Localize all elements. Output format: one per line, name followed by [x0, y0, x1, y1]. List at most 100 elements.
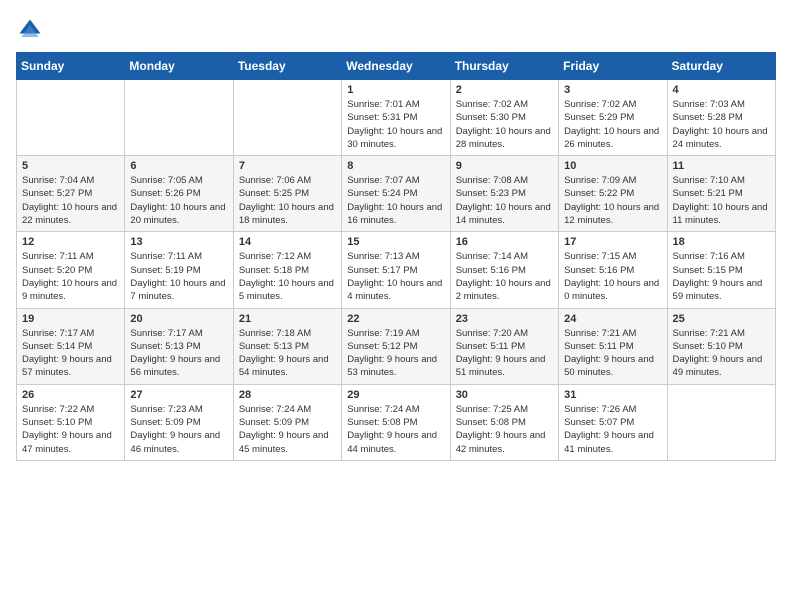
day-info: Sunrise: 7:12 AM Sunset: 5:18 PM Dayligh… [239, 250, 336, 303]
day-number: 3 [564, 84, 661, 96]
day-cell [17, 80, 125, 156]
day-number: 4 [673, 84, 770, 96]
logo [16, 16, 48, 44]
day-cell: 11 Sunrise: 7:10 AM Sunset: 5:21 PM Dayli… [667, 156, 775, 232]
day-number: 5 [22, 160, 119, 172]
day-number: 31 [564, 389, 661, 401]
day-number: 29 [347, 389, 444, 401]
day-number: 23 [456, 313, 553, 325]
day-info: Sunrise: 7:09 AM Sunset: 5:22 PM Dayligh… [564, 174, 661, 227]
day-cell: 3 Sunrise: 7:02 AM Sunset: 5:29 PM Daylig… [559, 80, 667, 156]
day-cell: 30 Sunrise: 7:25 AM Sunset: 5:08 PM Dayli… [450, 384, 558, 460]
day-info: Sunrise: 7:03 AM Sunset: 5:28 PM Dayligh… [673, 98, 770, 151]
day-info: Sunrise: 7:24 AM Sunset: 5:09 PM Dayligh… [239, 403, 336, 456]
day-number: 7 [239, 160, 336, 172]
day-info: Sunrise: 7:17 AM Sunset: 5:14 PM Dayligh… [22, 327, 119, 380]
day-info: Sunrise: 7:15 AM Sunset: 5:16 PM Dayligh… [564, 250, 661, 303]
day-cell: 6 Sunrise: 7:05 AM Sunset: 5:26 PM Daylig… [125, 156, 233, 232]
page: SundayMondayTuesdayWednesdayThursdayFrid… [0, 0, 792, 471]
day-info: Sunrise: 7:18 AM Sunset: 5:13 PM Dayligh… [239, 327, 336, 380]
day-cell: 13Sunrise: 7:11 AM Sunset: 5:19 PM Dayli… [125, 232, 233, 308]
day-cell: 17 Sunrise: 7:15 AM Sunset: 5:16 PM Dayli… [559, 232, 667, 308]
day-info: Sunrise: 7:07 AM Sunset: 5:24 PM Dayligh… [347, 174, 444, 227]
day-number: 28 [239, 389, 336, 401]
calendar-table: SundayMondayTuesdayWednesdayThursdayFrid… [16, 52, 776, 461]
day-cell: 27 Sunrise: 7:23 AM Sunset: 5:09 PM Dayli… [125, 384, 233, 460]
day-number: 9 [456, 160, 553, 172]
day-cell: 22 Sunrise: 7:19 AM Sunset: 5:12 PM Dayli… [342, 308, 450, 384]
day-number: 20 [130, 313, 227, 325]
day-number: 6 [130, 160, 227, 172]
day-number: 11 [673, 160, 770, 172]
day-info: Sunrise: 7:24 AM Sunset: 5:08 PM Dayligh… [347, 403, 444, 456]
day-cell: 16 Sunrise: 7:14 AM Sunset: 5:16 PM Dayli… [450, 232, 558, 308]
day-info: Sunrise: 7:01 AM Sunset: 5:31 PM Dayligh… [347, 98, 444, 151]
day-number: 22 [347, 313, 444, 325]
day-number: 14 [239, 236, 336, 248]
day-info: Sunrise: 7:02 AM Sunset: 5:30 PM Dayligh… [456, 98, 553, 151]
day-cell: 15 Sunrise: 7:13 AM Sunset: 5:17 PM Dayli… [342, 232, 450, 308]
day-number: 15 [347, 236, 444, 248]
day-number: 16 [456, 236, 553, 248]
day-cell: 12 Sunrise: 7:11 AM Sunset: 5:20 PM Dayli… [17, 232, 125, 308]
day-number: 1 [347, 84, 444, 96]
day-number: 26 [22, 389, 119, 401]
day-info: Sunrise: 7:21 AM Sunset: 5:11 PM Dayligh… [564, 327, 661, 380]
day-number: 30 [456, 389, 553, 401]
day-cell: 4 Sunrise: 7:03 AM Sunset: 5:28 PM Daylig… [667, 80, 775, 156]
day-info: Sunrise: 7:17 AM Sunset: 5:13 PM Dayligh… [130, 327, 227, 380]
day-info: Sunrise: 7:04 AM Sunset: 5:27 PM Dayligh… [22, 174, 119, 227]
day-info: Sunrise: 7:05 AM Sunset: 5:26 PM Dayligh… [130, 174, 227, 227]
day-info: Sunrise: 7:14 AM Sunset: 5:16 PM Dayligh… [456, 250, 553, 303]
day-number: 13 [130, 236, 227, 248]
day-cell: 7Sunrise: 7:06 AM Sunset: 5:25 PM Daylig… [233, 156, 341, 232]
day-number: 12 [22, 236, 119, 248]
weekday-header-row: SundayMondayTuesdayWednesdayThursdayFrid… [17, 53, 776, 80]
day-cell: 9Sunrise: 7:08 AM Sunset: 5:23 PM Daylig… [450, 156, 558, 232]
day-cell: 19 Sunrise: 7:17 AM Sunset: 5:14 PM Dayli… [17, 308, 125, 384]
day-cell: 14 Sunrise: 7:12 AM Sunset: 5:18 PM Dayli… [233, 232, 341, 308]
day-cell: 1 Sunrise: 7:01 AM Sunset: 5:31 PM Daylig… [342, 80, 450, 156]
day-info: Sunrise: 7:21 AM Sunset: 5:10 PM Dayligh… [673, 327, 770, 380]
day-cell: 26 Sunrise: 7:22 AM Sunset: 5:10 PM Dayli… [17, 384, 125, 460]
day-number: 2 [456, 84, 553, 96]
day-cell: 10Sunrise: 7:09 AM Sunset: 5:22 PM Dayli… [559, 156, 667, 232]
header [16, 16, 776, 44]
day-info: Sunrise: 7:02 AM Sunset: 5:29 PM Dayligh… [564, 98, 661, 151]
day-cell: 5 Sunrise: 7:04 AM Sunset: 5:27 PM Daylig… [17, 156, 125, 232]
day-info: Sunrise: 7:22 AM Sunset: 5:10 PM Dayligh… [22, 403, 119, 456]
day-cell [233, 80, 341, 156]
logo-icon [16, 16, 44, 44]
day-cell: 23 Sunrise: 7:20 AM Sunset: 5:11 PM Dayli… [450, 308, 558, 384]
day-number: 24 [564, 313, 661, 325]
day-number: 19 [22, 313, 119, 325]
week-row-2: 5 Sunrise: 7:04 AM Sunset: 5:27 PM Daylig… [17, 156, 776, 232]
day-cell [667, 384, 775, 460]
day-info: Sunrise: 7:19 AM Sunset: 5:12 PM Dayligh… [347, 327, 444, 380]
day-cell: 24 Sunrise: 7:21 AM Sunset: 5:11 PM Dayli… [559, 308, 667, 384]
day-info: Sunrise: 7:16 AM Sunset: 5:15 PM Dayligh… [673, 250, 770, 303]
day-number: 8 [347, 160, 444, 172]
day-cell: 18Sunrise: 7:16 AM Sunset: 5:15 PM Dayli… [667, 232, 775, 308]
day-number: 27 [130, 389, 227, 401]
day-cell: 20 Sunrise: 7:17 AM Sunset: 5:13 PM Dayli… [125, 308, 233, 384]
weekday-header-friday: Friday [559, 53, 667, 80]
day-cell: 29 Sunrise: 7:24 AM Sunset: 5:08 PM Dayli… [342, 384, 450, 460]
day-cell: 2 Sunrise: 7:02 AM Sunset: 5:30 PM Daylig… [450, 80, 558, 156]
weekday-header-saturday: Saturday [667, 53, 775, 80]
day-cell: 31 Sunrise: 7:26 AM Sunset: 5:07 PM Dayli… [559, 384, 667, 460]
day-info: Sunrise: 7:11 AM Sunset: 5:20 PM Dayligh… [22, 250, 119, 303]
day-info: Sunrise: 7:13 AM Sunset: 5:17 PM Dayligh… [347, 250, 444, 303]
day-info: Sunrise: 7:23 AM Sunset: 5:09 PM Dayligh… [130, 403, 227, 456]
day-cell: 25Sunrise: 7:21 AM Sunset: 5:10 PM Dayli… [667, 308, 775, 384]
weekday-header-monday: Monday [125, 53, 233, 80]
weekday-header-thursday: Thursday [450, 53, 558, 80]
day-info: Sunrise: 7:20 AM Sunset: 5:11 PM Dayligh… [456, 327, 553, 380]
day-number: 17 [564, 236, 661, 248]
weekday-header-sunday: Sunday [17, 53, 125, 80]
day-number: 21 [239, 313, 336, 325]
day-info: Sunrise: 7:10 AM Sunset: 5:21 PM Dayligh… [673, 174, 770, 227]
day-cell: 21 Sunrise: 7:18 AM Sunset: 5:13 PM Dayli… [233, 308, 341, 384]
day-info: Sunrise: 7:26 AM Sunset: 5:07 PM Dayligh… [564, 403, 661, 456]
day-info: Sunrise: 7:25 AM Sunset: 5:08 PM Dayligh… [456, 403, 553, 456]
